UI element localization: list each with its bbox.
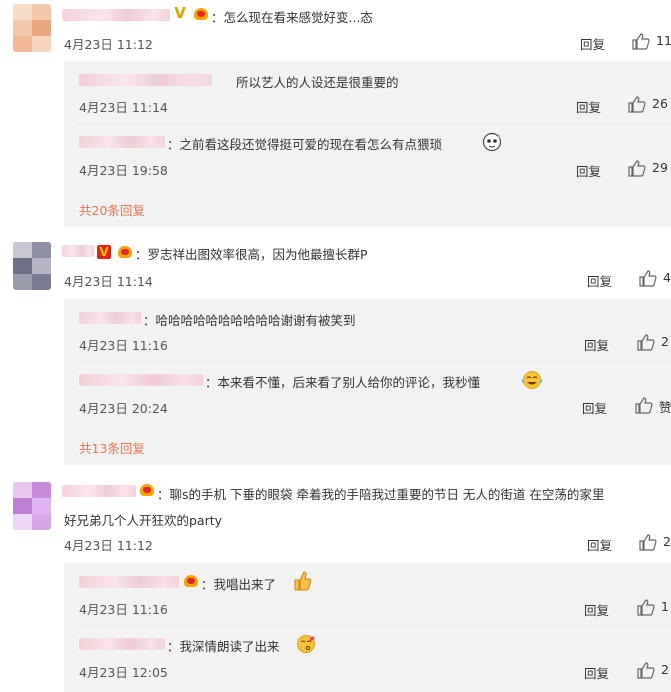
avatar[interactable] — [13, 4, 51, 52]
divider — [78, 625, 671, 626]
reply-username[interactable] — [79, 74, 212, 86]
thumbs-up-icon — [628, 160, 646, 177]
like-count: 赞 — [659, 400, 671, 415]
reply-text: ：之前看这段还觉得挺可爱的现在看怎么有点猥琐 — [167, 137, 443, 152]
thumbs-up-icon — [639, 270, 657, 287]
reply-button[interactable]: 回复 — [584, 663, 609, 682]
thumbs-up-icon — [635, 397, 653, 414]
laughing-tears-emoji-icon — [521, 371, 543, 389]
comment-text: ：怎么现在看来感觉好变...态 — [211, 10, 373, 25]
reply-button[interactable]: 回复 — [584, 600, 609, 619]
comment-date: 4月23日 11:12 — [64, 538, 153, 553]
reply-button[interactable]: 回复 — [576, 97, 601, 116]
like-count: 4 — [663, 270, 671, 285]
reply-date: 4月23日 11:14 — [79, 100, 168, 115]
thumbs-up-icon — [639, 534, 657, 551]
reply-button[interactable]: 回复 — [580, 34, 605, 53]
red-v-badge-icon: V — [97, 245, 111, 259]
reply-date: 4月23日 20:24 — [79, 401, 168, 416]
reply-date: 4月23日 19:58 — [79, 163, 168, 178]
avatar[interactable] — [13, 242, 51, 290]
reply-text: ：本来看不懂，后来看了别人给你的评论，我秒懂 — [205, 375, 481, 390]
gold-v-badge-icon: V — [174, 4, 186, 22]
comment-text: ：聊s的手机 下垂的眼袋 牵着我的手陪我过重要的节日 无人的街道 在空荡的家里 — [157, 487, 605, 502]
more-replies-link[interactable]: 共20条回复 — [79, 200, 145, 219]
comment-text: ：罗志祥出图效率很高，因为他最擅长群P — [135, 247, 368, 262]
fan-medal-icon — [139, 484, 155, 498]
reply-button[interactable]: 回复 — [587, 535, 612, 554]
like-count: 1 — [661, 599, 669, 614]
thumbs-up-emoji-icon — [294, 571, 312, 591]
thumbs-up-icon — [637, 599, 655, 616]
more-replies-link[interactable]: 共13条回复 — [79, 438, 145, 457]
reply-username[interactable] — [79, 638, 165, 650]
divider — [78, 123, 671, 124]
reply-button[interactable]: 回复 — [584, 335, 609, 354]
thumbs-up-icon — [628, 96, 646, 113]
reply-username[interactable] — [79, 136, 165, 148]
reply-button[interactable]: 回复 — [576, 161, 601, 180]
reply-username[interactable] — [79, 576, 179, 588]
like-count: 2 — [661, 334, 669, 349]
reply-date: 4月23日 12:05 — [79, 665, 168, 680]
reply-button[interactable]: 回复 — [587, 271, 612, 290]
reply-username[interactable] — [79, 312, 141, 324]
kissing-face-emoji-icon — [297, 635, 315, 653]
like-button[interactable]: 29 — [628, 160, 671, 177]
like-button[interactable]: 11 — [632, 33, 671, 50]
reply-date: 4月23日 11:16 — [79, 338, 168, 353]
like-count: 2 — [661, 662, 669, 677]
fan-medal-icon — [183, 575, 199, 589]
like-button[interactable]: 26 — [628, 96, 671, 113]
reply-date: 4月23日 11:16 — [79, 602, 168, 617]
like-button[interactable]: 2 — [637, 334, 671, 351]
username[interactable] — [62, 485, 136, 497]
reply-text: ：我唱出来了 — [201, 577, 277, 592]
comment-date: 4月23日 11:12 — [64, 37, 153, 52]
reply-text: 所以艺人的人设还是很重要的 — [236, 75, 399, 90]
comment-date: 4月23日 11:14 — [64, 274, 153, 289]
fan-medal-icon — [117, 246, 133, 260]
reply-text: ：我深情朗读了出来 — [167, 639, 280, 654]
like-count: 26 — [652, 96, 668, 111]
username[interactable] — [62, 9, 170, 21]
like-button[interactable]: 赞 — [635, 397, 671, 415]
sweat-face-emoji-icon — [482, 132, 502, 152]
like-count: 29 — [652, 160, 668, 175]
like-button[interactable]: 2 — [637, 662, 671, 679]
like-count: 11 — [656, 33, 671, 48]
reply-text: ：哈哈哈哈哈哈哈哈哈哈谢谢有被笑到 — [143, 313, 356, 328]
username[interactable] — [62, 245, 94, 257]
like-count: 2 — [663, 534, 671, 549]
like-button[interactable]: 2 — [639, 534, 671, 551]
reply-username[interactable] — [79, 374, 203, 386]
thumbs-up-icon — [637, 662, 655, 679]
like-button[interactable]: 4 — [639, 270, 671, 287]
thumbs-up-icon — [637, 334, 655, 351]
avatar[interactable] — [13, 482, 51, 530]
like-button[interactable]: 1 — [637, 599, 671, 616]
reply-button[interactable]: 回复 — [582, 398, 607, 417]
comment-text-line2: 好兄弟几个人开狂欢的party — [64, 513, 223, 528]
thumbs-up-icon — [632, 33, 650, 50]
divider — [78, 361, 671, 362]
fan-medal-icon — [193, 8, 209, 22]
